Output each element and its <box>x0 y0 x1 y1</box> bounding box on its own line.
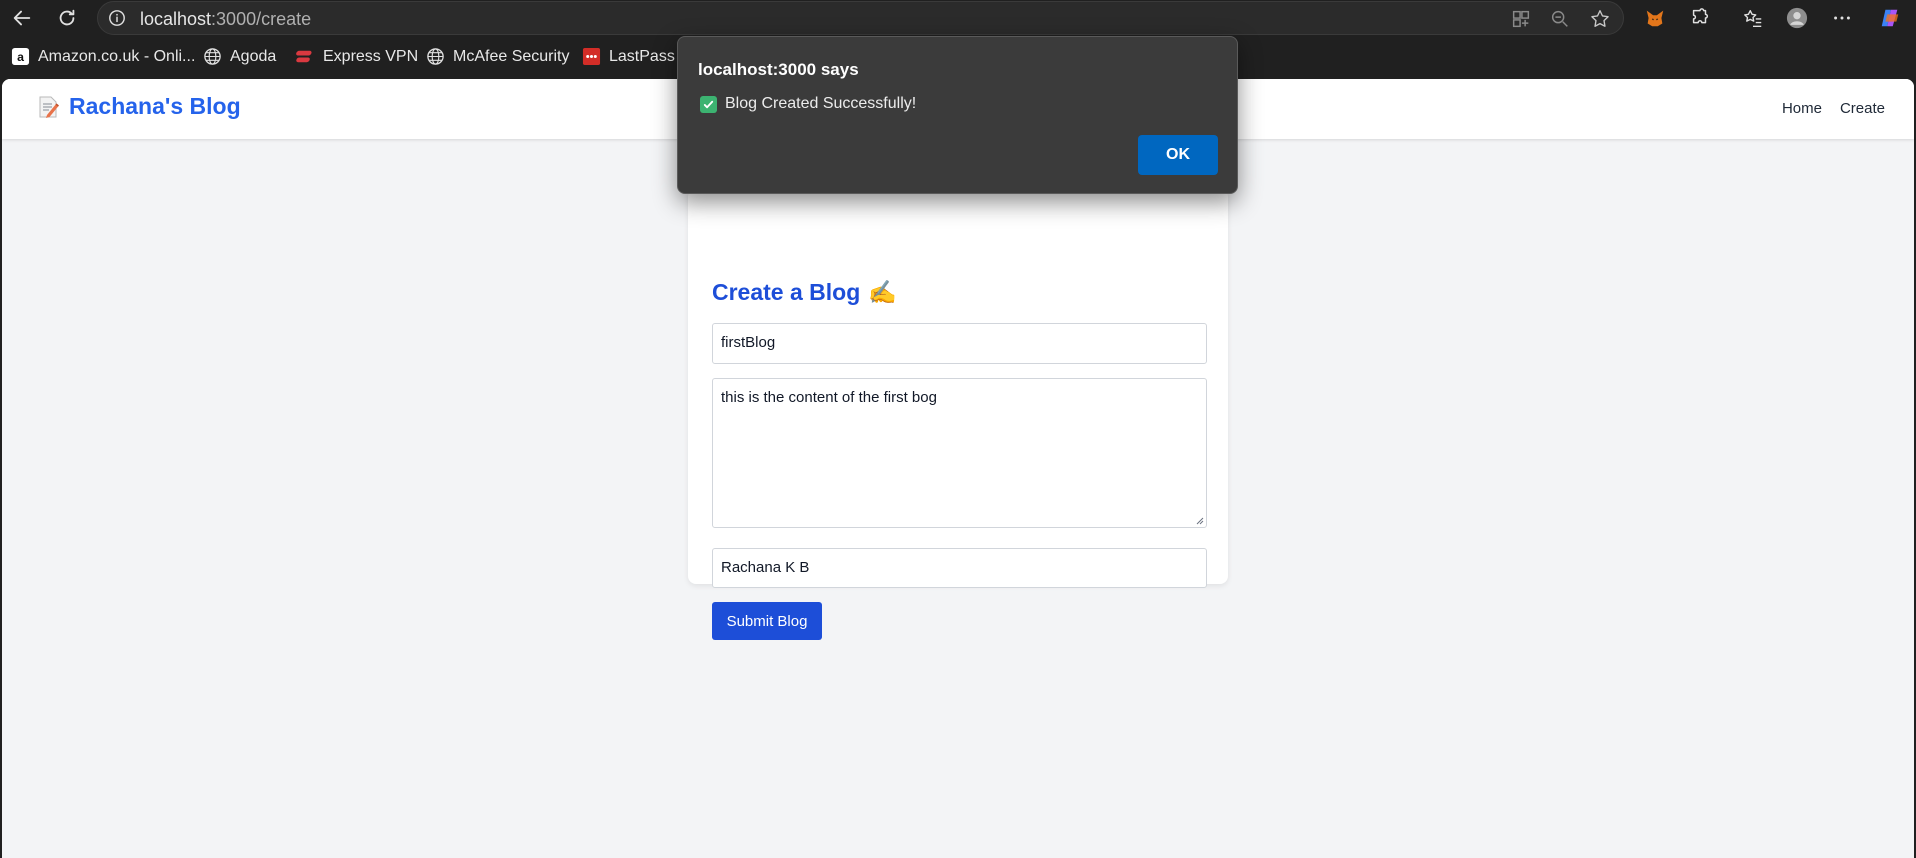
refresh-icon <box>59 9 75 26</box>
brand-title: Rachana's Blog <box>69 93 241 119</box>
favorites-button[interactable] <box>1739 4 1767 32</box>
nav-link-create[interactable]: Create <box>1840 100 1885 117</box>
ellipsis-icon <box>1834 16 1850 20</box>
copilot-button[interactable] <box>1876 4 1904 32</box>
favorites-list-icon <box>1744 9 1762 27</box>
dialog-message: Blog Created Successfully! <box>700 95 916 113</box>
page-viewport: Rachana's Blog Home Create Create a Blog… <box>2 79 1914 858</box>
url-path: :3000/create <box>211 9 312 29</box>
app-available-icon[interactable] <box>1510 8 1532 30</box>
title-input[interactable]: firstBlog <box>712 323 1207 364</box>
bookmark-label: Amazon.co.uk - Onli... <box>38 47 196 65</box>
dialog-title: localhost:3000 says <box>698 60 859 79</box>
check-mark-icon <box>700 95 717 113</box>
refresh-button[interactable] <box>53 4 81 32</box>
back-button[interactable] <box>8 4 36 32</box>
lastpass-icon <box>582 47 601 66</box>
resize-handle-icon[interactable] <box>1194 515 1204 525</box>
url-host: localhost <box>140 9 212 29</box>
bookmark-agoda[interactable]: Agoda <box>203 47 276 66</box>
amazon-icon: a <box>11 47 30 66</box>
bookmark-label: Express VPN <box>323 47 419 65</box>
writing-hand-icon: ✍️ <box>868 279 897 305</box>
globe-icon <box>203 47 222 66</box>
svg-text:a: a <box>17 50 24 64</box>
content-value: this is the content of the first bog <box>721 389 937 406</box>
alert-dialog: localhost:3000 says Blog Created Success… <box>677 36 1238 194</box>
url-text[interactable]: localhost:3000/create <box>140 9 311 30</box>
submit-blog-button[interactable]: Submit Blog <box>712 602 822 640</box>
expressvpn-icon <box>296 47 315 66</box>
back-arrow-icon <box>13 10 31 26</box>
nav-link-home[interactable]: Home <box>1782 100 1822 117</box>
browser-toolbar: localhost:3000/create <box>0 0 1916 36</box>
fox-icon <box>1646 10 1664 27</box>
bookmark-label: Agoda <box>230 47 277 65</box>
copilot-icon <box>1881 9 1899 27</box>
puzzle-icon <box>1692 8 1709 24</box>
author-input[interactable]: Rachana K B <box>712 548 1207 588</box>
create-blog-card: Create a Blog ✍️ firstBlog this is the c… <box>688 189 1228 640</box>
author-value: Rachana K B <box>721 559 810 576</box>
metamask-extension-button[interactable] <box>1641 4 1669 32</box>
bookmark-mcafee[interactable]: McAfee Security <box>426 47 569 66</box>
profile-button[interactable] <box>1783 4 1811 32</box>
zoom-out-icon[interactable] <box>1549 8 1571 30</box>
page-title: Create a Blog ✍️ <box>712 279 897 306</box>
dialog-message-text: Blog Created Successfully! <box>725 95 917 112</box>
more-menu-button[interactable] <box>1828 4 1856 32</box>
brand[interactable]: Rachana's Blog <box>37 93 241 120</box>
site-info-icon[interactable] <box>108 9 126 27</box>
bookmark-lastpass[interactable]: LastPass p <box>582 47 688 66</box>
content-textarea[interactable]: this is the content of the first bog <box>712 378 1207 528</box>
page-title-text: Create a Blog <box>712 279 861 305</box>
bookmark-label: McAfee Security <box>453 47 570 65</box>
title-value: firstBlog <box>721 334 776 351</box>
address-bar[interactable]: localhost:3000/create <box>97 1 1624 35</box>
favorite-star-icon[interactable] <box>1589 8 1611 30</box>
bookmark-amazon[interactable]: a Amazon.co.uk - Onli... <box>11 47 195 66</box>
avatar-icon <box>1786 7 1808 29</box>
bookmark-expressvpn[interactable]: Express VPN <box>296 47 418 66</box>
extensions-button[interactable] <box>1686 4 1714 32</box>
globe-icon <box>426 47 445 66</box>
ok-button[interactable]: OK <box>1138 135 1218 175</box>
nav-links: Home Create <box>1782 100 1885 117</box>
memo-icon <box>39 96 59 118</box>
